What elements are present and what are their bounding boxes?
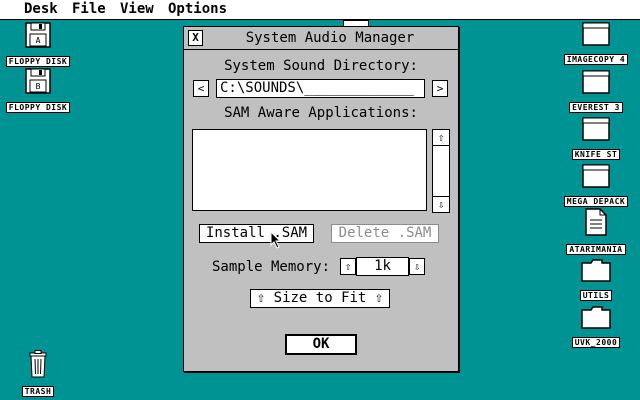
scroll-up-icon[interactable]: ⇧: [433, 130, 449, 146]
next-arrow-icon[interactable]: >: [432, 80, 448, 97]
delete-sam-button[interactable]: Delete .SAM: [331, 224, 439, 243]
icon-label: UVK_2000: [571, 337, 621, 348]
dialog-title: System Audio Manager: [245, 30, 415, 46]
sample-memory-value[interactable]: 1k: [356, 257, 409, 276]
icon-label: TRASH: [21, 386, 55, 397]
document-icon: [585, 208, 607, 236]
close-icon[interactable]: X: [188, 30, 203, 46]
icon-label: ATARIMANIA: [566, 244, 626, 255]
document-atarimania[interactable]: ATARIMANIA: [558, 208, 634, 256]
ok-button[interactable]: OK: [285, 334, 357, 355]
program-window-icon: [582, 117, 610, 141]
floppy-disk-b[interactable]: B FLOPPY DISK: [0, 68, 76, 114]
install-sam-button[interactable]: Install .SAM: [199, 224, 314, 243]
program-mega-depack[interactable]: MEGA DEPACK: [558, 164, 634, 208]
floppy-drive-letter: A: [36, 36, 41, 45]
folder-utils[interactable]: UTILS: [558, 258, 634, 302]
system-audio-manager-dialog: X System Audio Manager System Sound Dire…: [183, 26, 459, 372]
memory-increase-icon[interactable]: ⇧: [340, 258, 356, 275]
sound-directory-label: System Sound Directory:: [224, 58, 418, 74]
icon-label: MEGA DEPACK: [563, 196, 629, 207]
title-bar[interactable]: X System Audio Manager: [184, 27, 458, 50]
icon-label: FLOPPY DISK: [5, 56, 71, 67]
folder-icon: [581, 259, 611, 282]
folder-uvk-2000[interactable]: UVK_2000: [558, 305, 634, 349]
icon-label: KNIFE ST: [571, 149, 621, 160]
icon-label: FLOPPY DISK: [5, 102, 71, 113]
icon-label: IMAGECOPY 4: [563, 54, 629, 65]
floppy-disk-a[interactable]: A FLOPPY DISK: [0, 22, 76, 68]
menu-options[interactable]: Options: [168, 1, 227, 17]
menu-view[interactable]: View: [120, 1, 154, 17]
menu-file[interactable]: File: [72, 1, 106, 17]
mouse-pointer-icon: [270, 231, 282, 249]
floppy-disk-icon: B: [25, 68, 51, 94]
program-window-icon: [582, 70, 610, 94]
icon-label: EVEREST 3: [569, 102, 623, 113]
apps-scrollbar[interactable]: ⇧ ⇩: [432, 129, 450, 213]
sound-directory-field[interactable]: C:\SOUNDS\_____________: [216, 79, 425, 98]
floppy-disk-icon: A: [25, 22, 51, 48]
sam-apps-label: SAM Aware Applications:: [224, 105, 418, 121]
memory-decrease-icon[interactable]: ⇩: [409, 258, 425, 275]
previous-arrow-icon[interactable]: <: [193, 80, 209, 97]
program-window-icon: [582, 22, 610, 46]
scroll-down-icon[interactable]: ⇩: [433, 196, 449, 212]
menu-desk[interactable]: Desk: [24, 1, 58, 17]
program-imagecopy[interactable]: IMAGECOPY 4: [558, 22, 634, 66]
trash-can-icon: [29, 350, 47, 378]
sample-memory-label: Sample Memory:: [212, 259, 331, 275]
floppy-drive-letter: B: [36, 82, 41, 91]
sam-apps-list[interactable]: [192, 129, 427, 211]
trash[interactable]: TRASH: [0, 350, 76, 398]
size-to-fit-button[interactable]: ⇧ Size to Fit ⇧: [250, 289, 390, 308]
folder-icon: [581, 306, 611, 329]
icon-label: UTILS: [579, 290, 613, 301]
program-window-icon: [582, 164, 610, 188]
program-everest[interactable]: EVEREST 3: [558, 70, 634, 114]
menu-bar: Desk File View Options: [0, 0, 640, 20]
program-knife-st[interactable]: KNIFE ST: [558, 117, 634, 161]
